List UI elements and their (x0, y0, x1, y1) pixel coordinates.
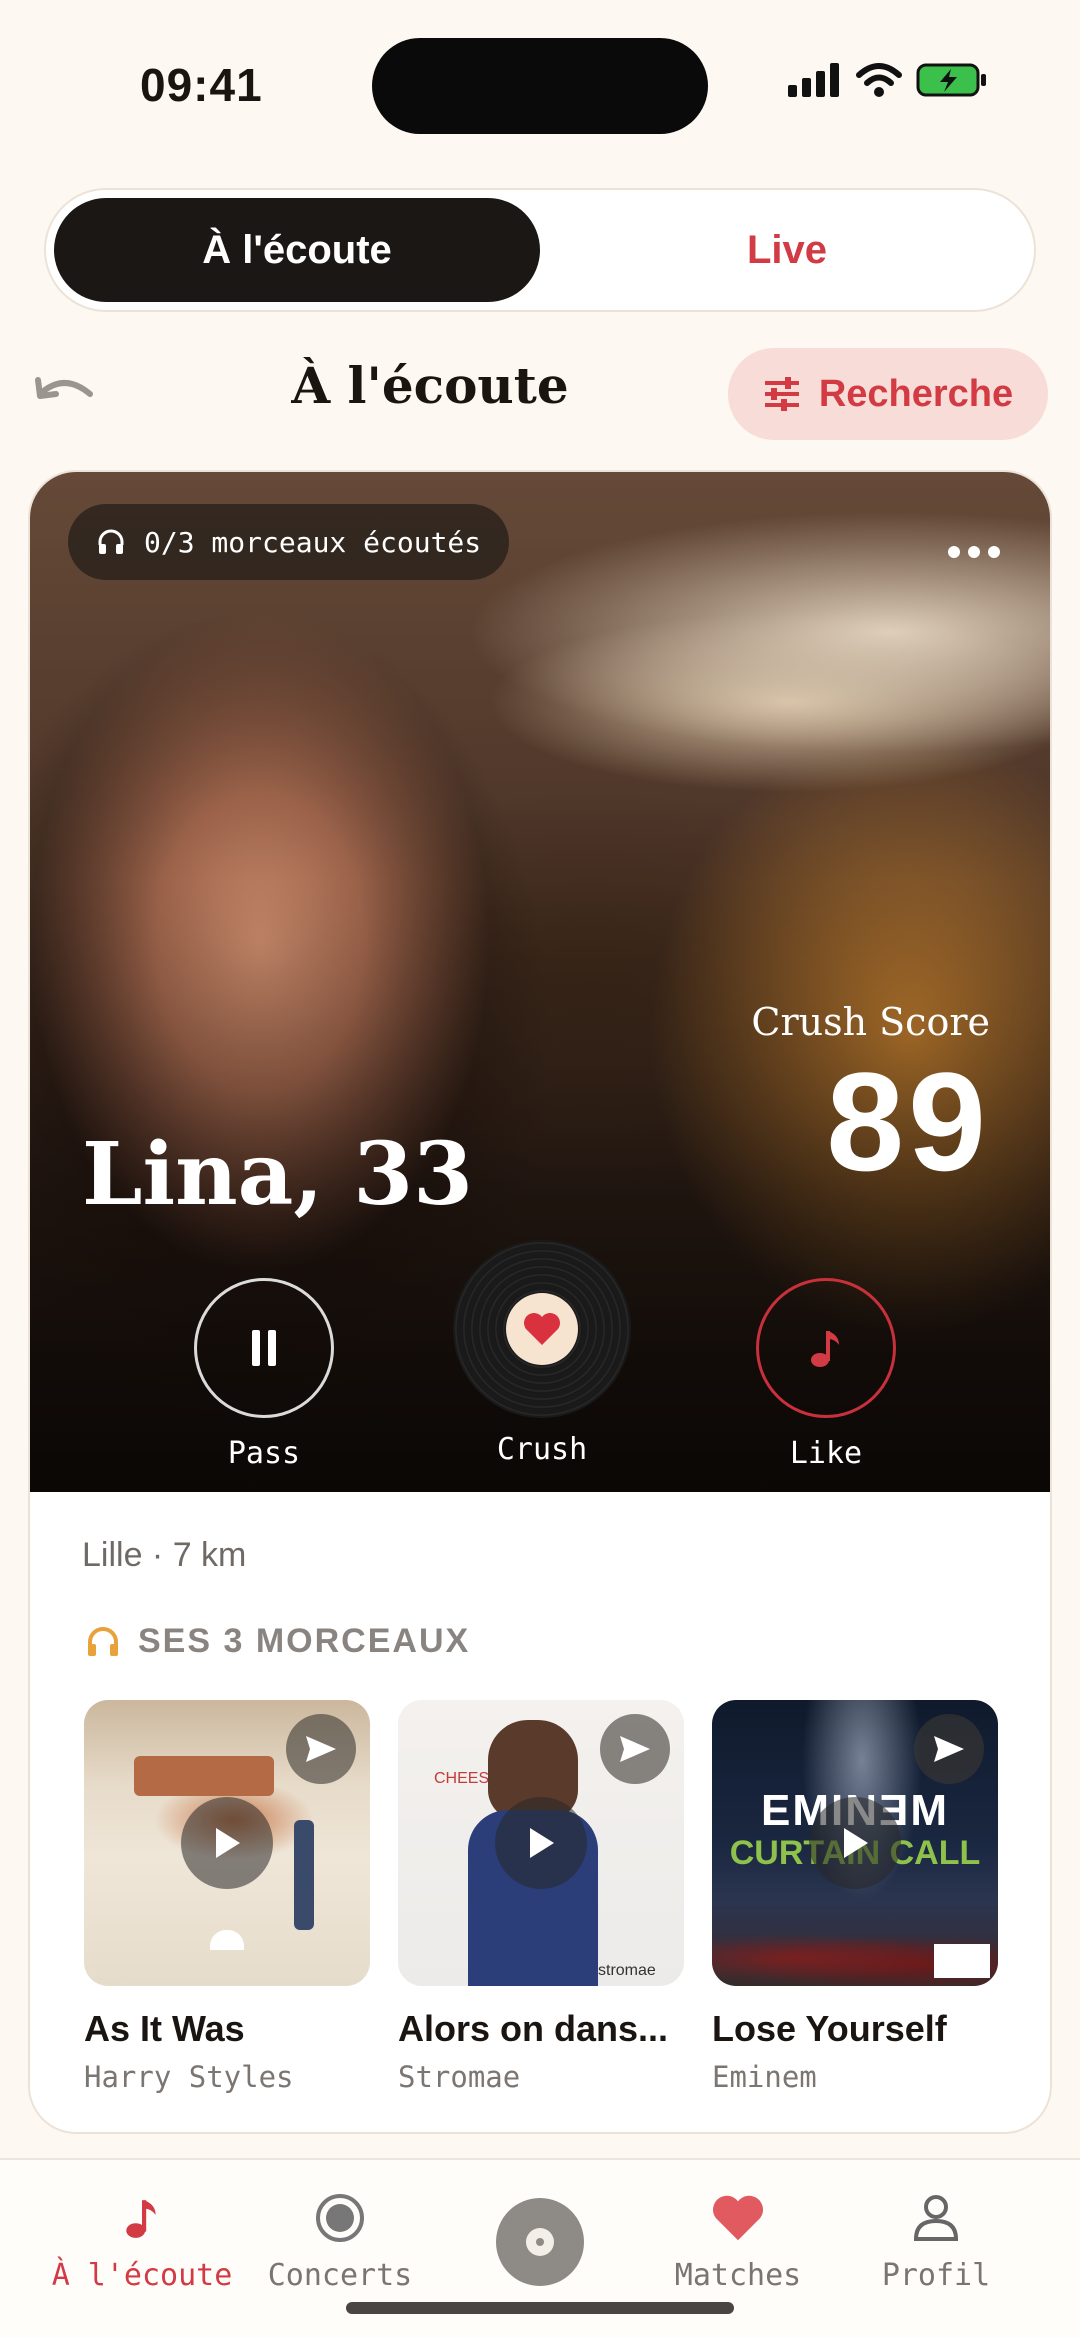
track-artist: Harry Styles (84, 2060, 294, 2094)
tracks-section-heading: SES 3 MORCEAUX (86, 1622, 470, 1661)
tab-live[interactable]: Live (546, 198, 1028, 302)
play-button[interactable] (809, 1797, 901, 1889)
pass-action[interactable]: Pass (164, 1278, 364, 1471)
send-icon (306, 1736, 336, 1762)
play-icon (530, 1828, 554, 1858)
undo-icon[interactable] (34, 372, 96, 412)
album-art[interactable]: EMINƎM CURTAIN CALL (712, 1700, 998, 1986)
profile-card: 0/3 morceaux écoutés Crush Score 89 Lina… (28, 470, 1052, 2134)
home-indicator (346, 2302, 734, 2314)
headphones-icon (98, 529, 124, 554)
track-item[interactable]: CHEESE stromae Alors on dans... Stromae (398, 1700, 684, 2094)
pass-button[interactable] (194, 1278, 334, 1418)
send-button[interactable] (914, 1714, 984, 1784)
pause-icon (252, 1330, 276, 1366)
crush-score-label: Crush Score (751, 1000, 990, 1044)
search-button-label: Recherche (818, 372, 1014, 415)
search-button[interactable]: Recherche (728, 348, 1048, 440)
like-button[interactable] (756, 1278, 896, 1418)
listened-progress-badge: 0/3 morceaux écoutés (68, 504, 510, 580)
tab-label: À l'écoute (51, 2258, 233, 2293)
play-button[interactable] (495, 1797, 587, 1889)
tab-concerts[interactable]: Concerts (240, 2188, 440, 2293)
track-artist: Stromae (398, 2060, 521, 2094)
heart-icon (524, 1313, 560, 1345)
track-title: Lose Yourself (712, 2008, 947, 2049)
dynamic-island (372, 38, 708, 134)
page-title: À l'écoute (291, 356, 569, 415)
more-options-icon[interactable] (948, 546, 1002, 560)
music-note-icon (126, 2200, 156, 2238)
battery-icon (916, 63, 986, 97)
track-artist: Eminem (712, 2060, 817, 2094)
status-bar: 09:41 (0, 0, 1080, 150)
headphones-icon (88, 1626, 118, 1656)
tab-label: Profil (881, 2258, 991, 2293)
album-art[interactable] (84, 1700, 370, 1986)
tracks-section-title: SES 3 MORCEAUX (138, 1622, 471, 1660)
filter-sliders-icon (764, 377, 799, 411)
track-title: As It Was (84, 2008, 245, 2049)
play-button[interactable] (181, 1797, 273, 1889)
album-art-text: stromae (598, 1962, 656, 1979)
tab-a-lecoute[interactable]: À l'écoute (54, 198, 540, 302)
heart-icon (713, 2195, 763, 2241)
send-icon (620, 1736, 650, 1762)
disc-icon (526, 2228, 554, 2256)
like-action[interactable]: Like (726, 1278, 926, 1471)
mode-segmented-control: À l'écoute Live (44, 188, 1036, 312)
status-time: 09:41 (140, 59, 263, 111)
pass-label: Pass (227, 1436, 301, 1471)
status-icons (788, 62, 988, 98)
crush-action[interactable]: Crush (442, 1240, 642, 1467)
tab-matches[interactable]: Matches (638, 2188, 838, 2293)
tab-profil[interactable]: Profil (836, 2188, 1036, 2293)
tab-label: Concerts (267, 2258, 413, 2293)
track-item[interactable]: EMINƎM CURTAIN CALL Lose Yourself Eminem (712, 1700, 998, 2094)
track-title: Alors on dans... (398, 2008, 669, 2049)
play-icon (844, 1828, 868, 1858)
listened-count: 0/3 morceaux écoutés (144, 525, 482, 559)
track-item[interactable]: As It Was Harry Styles (84, 1700, 370, 2094)
profile-name-age: Lina, 33 (82, 1124, 473, 1225)
send-button[interactable] (286, 1714, 356, 1784)
record-icon (316, 2194, 364, 2242)
send-icon (934, 1736, 964, 1762)
tab-a-lecoute-nav[interactable]: À l'écoute (42, 2188, 242, 2293)
crush-score-value: 89 (826, 1043, 990, 1200)
like-label: Like (789, 1436, 863, 1471)
send-button[interactable] (600, 1714, 670, 1784)
wifi-icon (856, 63, 902, 97)
music-note-icon (811, 1331, 839, 1367)
profile-location: Lille · 7 km (82, 1536, 247, 1574)
play-icon (216, 1828, 240, 1858)
crush-vinyl-button[interactable] (453, 1240, 631, 1418)
album-art[interactable]: CHEESE stromae (398, 1700, 684, 1986)
person-icon (913, 2195, 959, 2241)
tab-label: Matches (674, 2258, 802, 2293)
signal-icon (788, 63, 839, 97)
crush-label: Crush (496, 1432, 588, 1467)
disc-tab-button[interactable] (496, 2198, 584, 2286)
